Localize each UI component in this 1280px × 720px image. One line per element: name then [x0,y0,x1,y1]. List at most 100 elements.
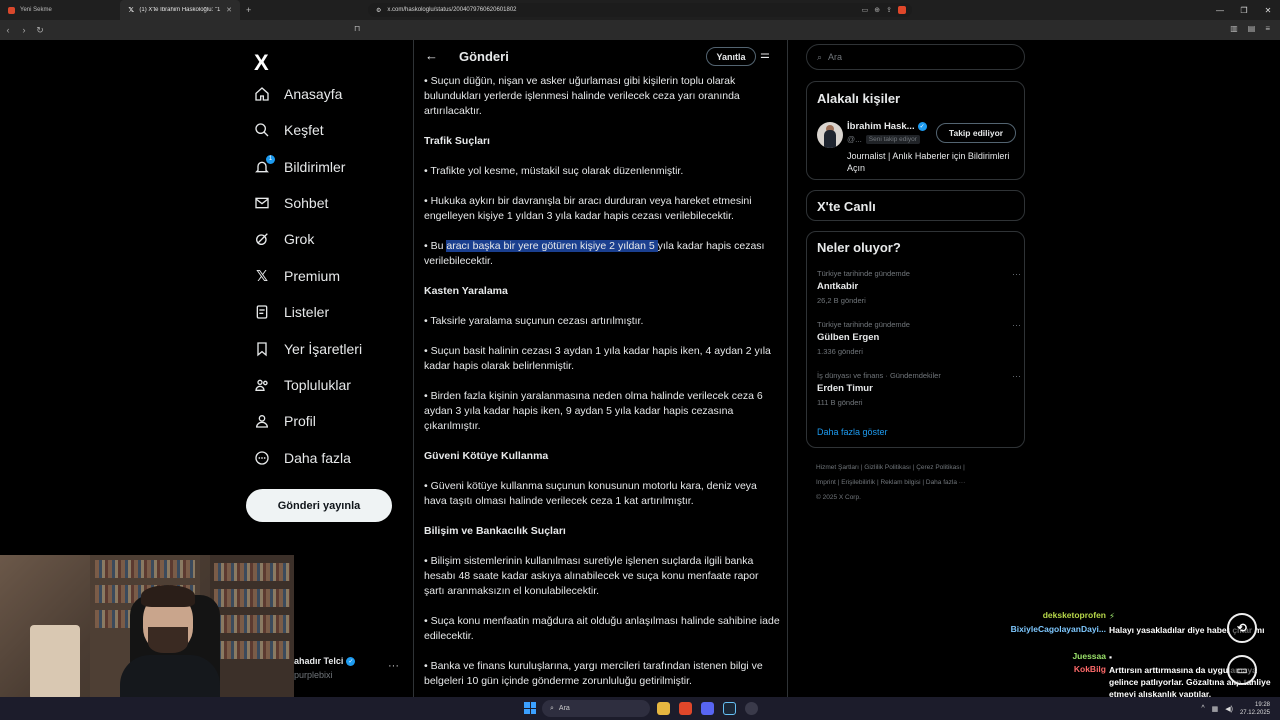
post-paragraph: • Birden fazla kişinin yaralanmasına ned… [424,390,763,432]
avatar[interactable] [817,122,843,148]
sidebar-item-premium[interactable]: 𝕏 Premium [254,268,340,285]
post-paragraph: • Bilişim sistemlerinin kullanılması sur… [424,555,759,597]
sidebar-item-lists[interactable]: Listeler [254,304,329,320]
clock-date: 27.12.2025 [1239,709,1270,716]
related-person-bio: Journalist | Anlık Haberler için Bildiri… [847,151,1010,173]
footer-link[interactable]: Çerez Politikası [916,464,961,471]
following-button[interactable]: Takip ediliyor [936,123,1016,143]
trend-count: 111 B gönderi [817,398,863,407]
file-explorer-icon[interactable] [657,702,670,715]
wallet-icon[interactable]: ▤ [1248,24,1256,33]
post-paragraph-highlighted: • Bu aracı başka bir yere götüren kişiye… [424,239,780,269]
sliders-icon[interactable]: ⚌ [760,48,770,61]
footer-link[interactable]: Gizlilik Politikası [864,464,911,471]
back-arrow-icon[interactable]: ← [425,48,438,63]
more-dots-icon[interactable]: ··· [1012,320,1021,330]
show-more-link[interactable]: Daha fazla göster [817,427,888,437]
reply-button[interactable]: Yanıtla [706,47,756,66]
trend-item[interactable]: İş dünyası ve finans · Gündemdekiler Erd… [817,371,1021,407]
more-dots-icon[interactable]: ··· [388,660,399,672]
taskbar-search[interactable]: ⌕ Ara [542,700,650,717]
zoom-icon[interactable]: ⊕ [874,6,880,14]
browser-tab-x[interactable]: 𝕏 (1) X'te İbrahim Haskoloğlu: "1 ✕ [120,0,240,20]
taskbar-search-placeholder: Ara [558,705,570,712]
books [214,563,290,581]
x-live-card[interactable]: X'te Canlı [806,190,1025,221]
search-input[interactable]: ⌕ Ara [806,44,1025,70]
trend-context: İş dünyası ve finans · Gündemdekiler [817,371,941,380]
footer-link[interactable]: Hizmet Şartları [816,464,859,471]
sidebar-item-chat[interactable]: Sohbet [254,195,328,211]
search-icon: ⌕ [550,704,554,712]
network-icon[interactable]: ▦ [1212,705,1219,713]
bookmark-icon [254,341,270,357]
volume-icon[interactable]: ◀) [1225,705,1233,713]
post-button[interactable]: Gönderi yayınla [246,489,392,522]
share-icon[interactable]: ⇪ [886,6,892,14]
related-person-handle: @... [847,135,862,144]
menu-icon[interactable]: ≡ [1265,24,1270,33]
sidebar-item-label: Daha fazla [284,450,351,466]
related-people-card: Alakalı kişiler İbrahim Hask... ✓ @... S… [806,81,1025,180]
forward-button[interactable]: › [16,25,32,35]
site-info-icon[interactable]: ⚙ [376,7,381,14]
copyright: © 2025 X Corp. [816,494,861,501]
mail-icon [254,195,270,211]
sidebar-item-explore[interactable]: Keşfet [254,122,324,138]
minimize-button[interactable]: — [1208,6,1232,15]
post-paragraph: • Hukuka aykırı bir davranışla bir aracı… [424,195,752,222]
restore-button[interactable]: ❐ [1232,6,1256,15]
grok-icon [254,231,270,247]
reload-button[interactable]: ↻ [32,25,48,36]
footer-link[interactable]: Imprint [816,479,836,486]
sidebar-item-label: Yer İşaretleri [284,341,363,357]
verified-badge-icon: ✓ [917,122,927,131]
sidebar-item-more[interactable]: Daha fazla [254,450,351,466]
footer-link[interactable]: Reklam bilgisi [880,479,920,486]
sidebar-item-communities[interactable]: Topluluklar [254,377,351,393]
sidebar-item-home[interactable]: Anasayfa [254,86,342,102]
steam-icon[interactable] [723,702,736,715]
sidebar-toggle-icon[interactable]: ▥ [1230,24,1238,33]
card-title: Alakalı kişiler [817,91,901,106]
books [95,560,195,578]
more-dots-icon[interactable]: ··· [1012,269,1021,279]
brave-shields-icon[interactable] [898,6,906,14]
footer-link[interactable]: Erişilebilirlik [841,479,875,486]
obs-icon[interactable] [745,702,758,715]
x-logo-icon: 𝕏 [128,7,134,14]
close-window-button[interactable]: ✕ [1256,6,1280,15]
back-button[interactable]: ‹ [0,25,16,35]
chevron-up-icon[interactable]: ^ [1201,705,1204,712]
windows-start-icon[interactable] [524,702,536,714]
post-paragraph: • Suçun basit halinin cezası 3 aydan 1 y… [424,345,771,372]
close-icon[interactable]: ✕ [226,6,232,14]
sidebar-item-bookmarks[interactable]: Yer İşaretleri [254,341,362,357]
related-person-name-row[interactable]: İbrahim Hask... ✓ [847,121,927,132]
brave-browser-icon[interactable] [679,702,692,715]
footer-links: Hizmet Şartları | Gizlilik Politikası | … [816,464,966,501]
cast-icon[interactable]: ▭ [862,6,869,14]
footer-link[interactable]: Daha fazla ··· [926,479,965,486]
x-logo[interactable]: X [254,50,269,76]
person-icon [254,413,270,429]
streamer-beard [148,627,188,653]
chat-bubble-icon[interactable]: ▭ [1227,655,1257,685]
sidebar-item-notifications[interactable]: 1 Bildirimler [254,155,345,175]
bookmark-page-icon[interactable]: ⊓ [354,24,360,33]
discord-icon[interactable] [701,702,714,715]
more-dots-icon[interactable]: ··· [1012,371,1021,381]
trend-item[interactable]: Türkiye tarihinde gündemde Anıtkabir 26,… [817,269,1021,305]
sidebar-item-label: Keşfet [284,122,324,138]
chat-username: BixiyleCagolayanDayi... [1010,624,1106,634]
chat-pin-icon[interactable]: ⟲ [1227,613,1257,643]
browser-tab-new[interactable]: Yeni Sekme [0,0,120,20]
url-bar[interactable]: ⚙ x.com/haskologlu/status/20040797606206… [368,3,912,17]
chat-username: KokBilg [1073,664,1106,674]
sidebar-item-profile[interactable]: Profil [254,413,316,429]
trend-item[interactable]: Türkiye tarihinde gündemde Gülben Ergen … [817,320,1021,356]
clock[interactable]: 19:28 27.12.2025 [1240,701,1270,717]
sidebar-item-grok[interactable]: Grok [254,231,314,247]
post-section-heading: Trafik Suçları [424,135,490,147]
new-tab-button[interactable]: + [240,5,257,15]
